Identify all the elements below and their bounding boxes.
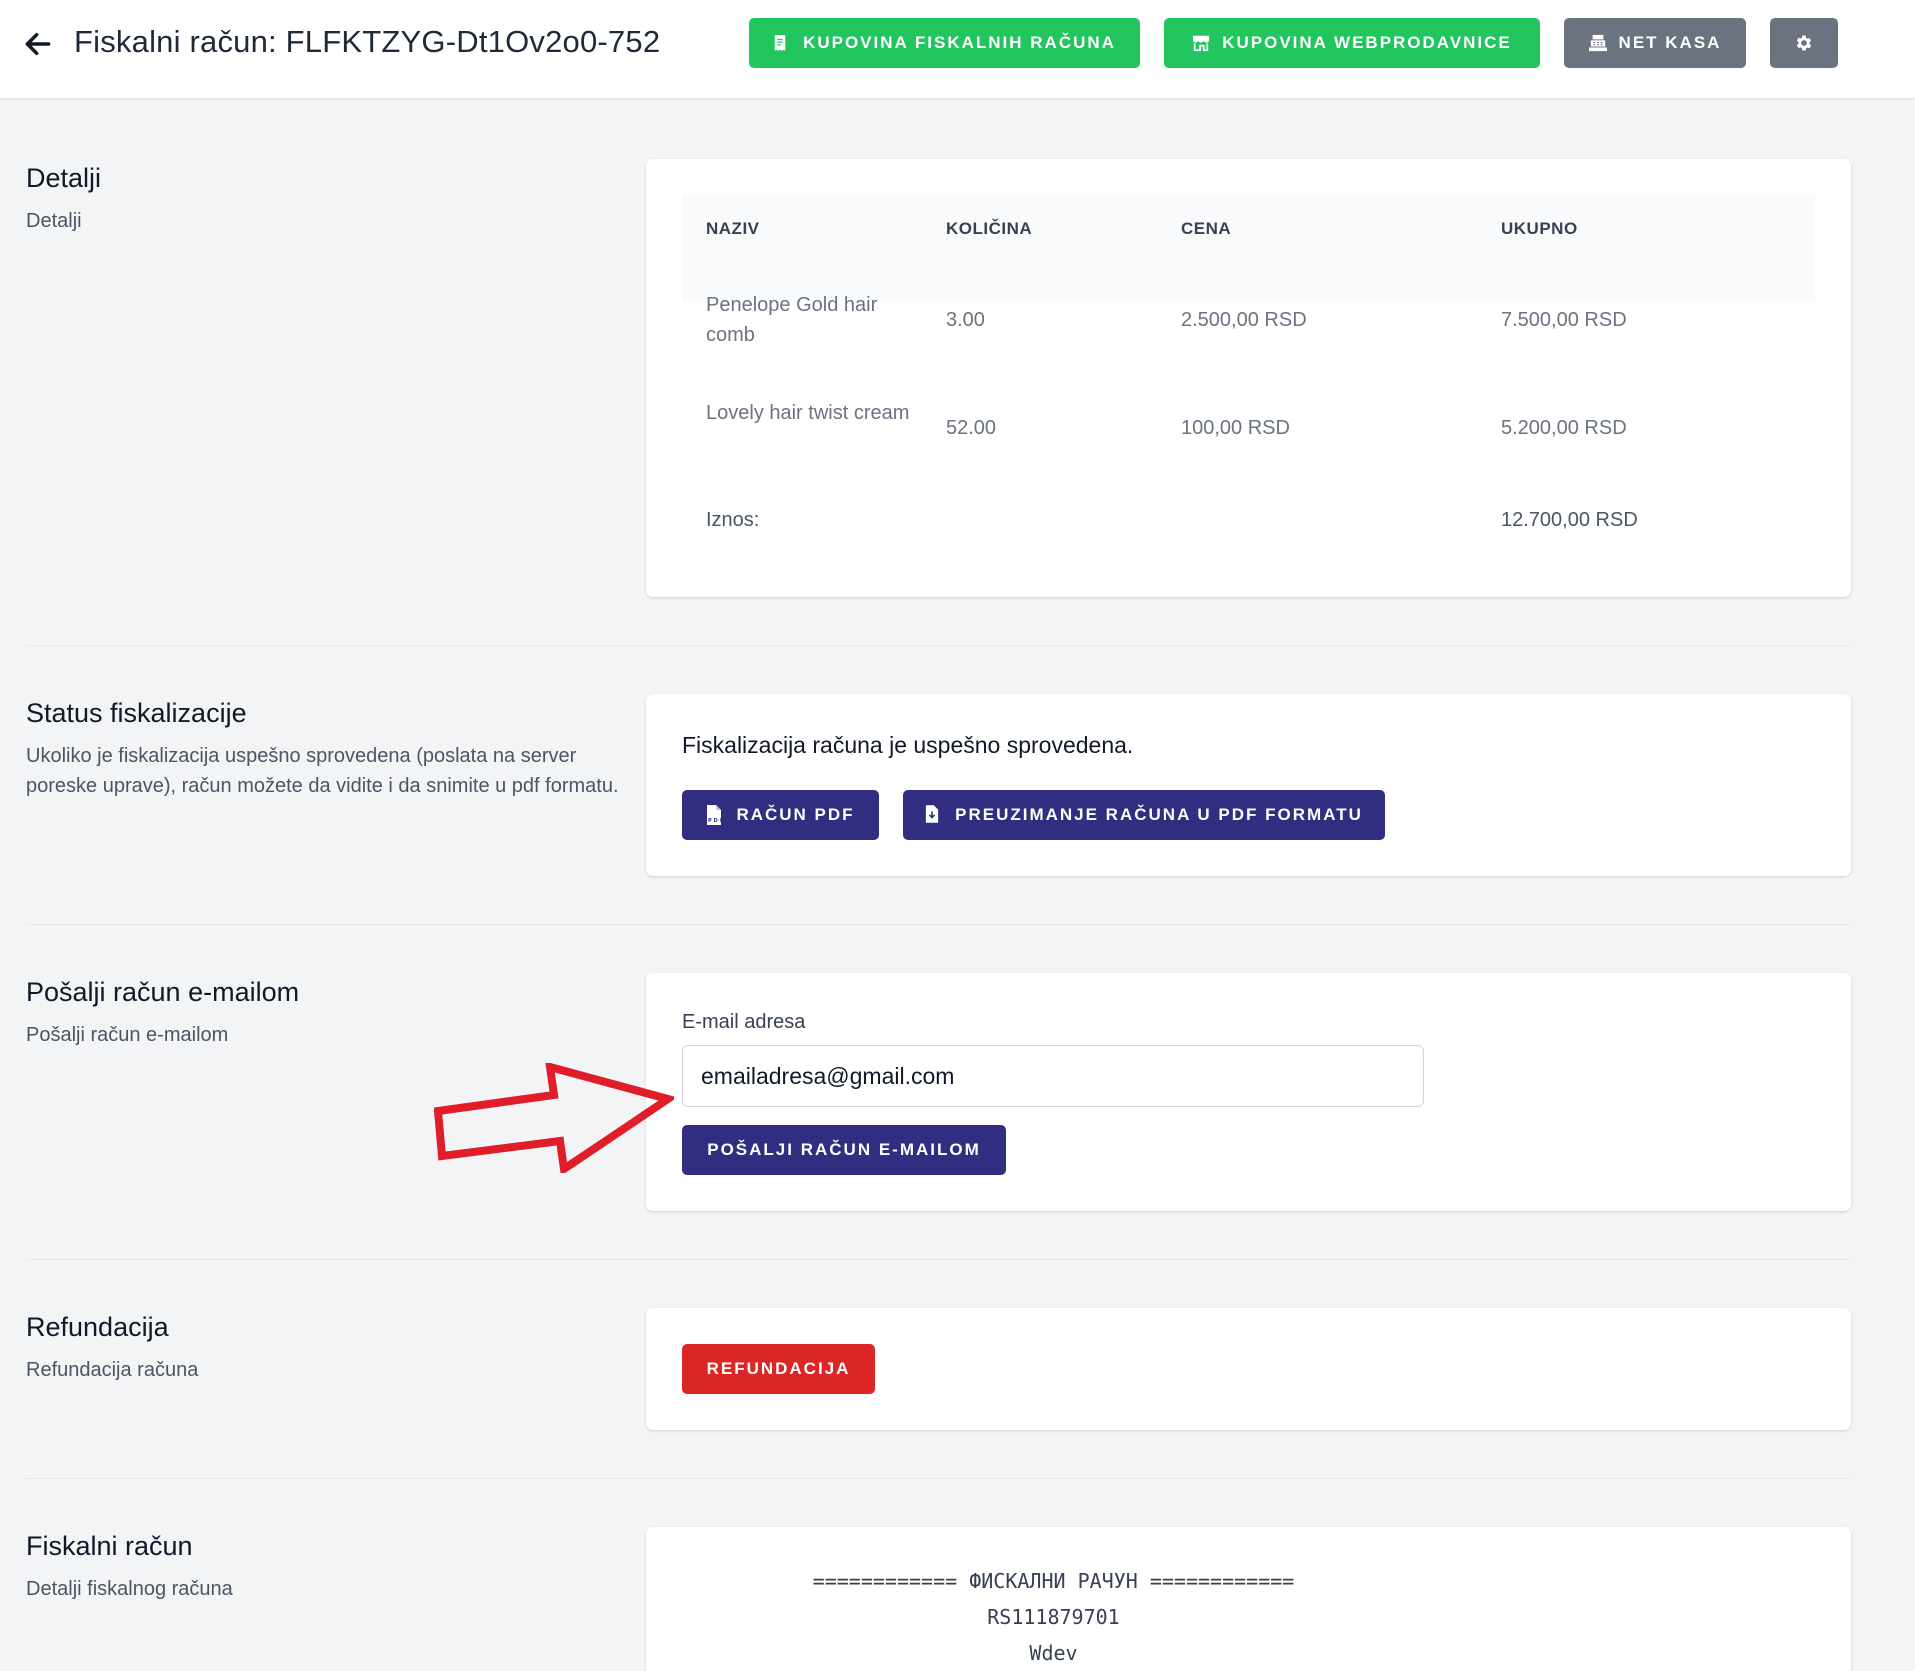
refund-button[interactable]: REFUNDACIJA [682, 1344, 875, 1394]
cell-ukupno: 7.500,00 RSD [1501, 309, 1627, 331]
total-value: 12.700,00 RSD [1501, 509, 1638, 531]
receipt-icon [773, 34, 791, 52]
cell-cena: 100,00 RSD [1181, 417, 1290, 439]
receipt-tax-id: RS111879701 [987, 1605, 1120, 1629]
file-download-icon [925, 805, 943, 825]
cell-naziv: Lovely hair twist cream [706, 402, 910, 424]
annotation-arrow-icon [434, 1063, 674, 1173]
buy-fiscal-receipts-button[interactable]: KUPOVINA FISKALNIH RAČUNA [749, 18, 1140, 68]
email-field[interactable] [682, 1045, 1424, 1107]
detalji-card: NAZIV KOLIČINA CENA UKUPNO Penelope Gold… [646, 159, 1851, 597]
status-title: Status fiskalizacije [26, 698, 247, 728]
table-header [682, 195, 1815, 301]
net-kasa-label: NET KASA [1618, 33, 1722, 52]
pdf-file-icon: PDF [706, 805, 724, 825]
store-icon [1192, 34, 1210, 52]
status-desc: Ukoliko je fiskalizacija uspešno sproved… [26, 745, 619, 797]
buy-webshop-label: KUPOVINA WEBPRODAVNICE [1222, 33, 1512, 52]
buy-webshop-button[interactable]: KUPOVINA WEBPRODAVNICE [1164, 18, 1540, 68]
cell-cena: 2.500,00 RSD [1181, 309, 1307, 331]
status-card: Fiskalizacija računa je uspešno sprovede… [646, 694, 1851, 876]
refund-title: Refundacija [26, 1312, 169, 1342]
settings-button[interactable] [1770, 18, 1838, 68]
cell-naziv: Penelope Gold hair comb [706, 294, 878, 346]
download-pdf-button[interactable]: PREUZIMANJE RAČUNA U PDF FORMATU [903, 790, 1385, 840]
section-divider [26, 924, 1851, 925]
status-message: Fiskalizacija računa je uspešno sprovede… [682, 732, 1134, 758]
column-header-cena: CENA [1181, 219, 1232, 238]
receipt-header-line: ============ ФИСКАЛНИ РАЧУН ============ [812, 1569, 1295, 1593]
detalji-desc: Detalji [26, 210, 82, 232]
column-header-ukupno: UKUPNO [1501, 219, 1578, 238]
section-divider [26, 1259, 1851, 1260]
section-divider [26, 1478, 1851, 1479]
gear-icon [1796, 35, 1812, 51]
fiscal-receipt-title: Fiskalni račun [26, 1531, 193, 1561]
section-divider [26, 645, 1851, 646]
buy-fiscal-receipts-label: KUPOVINA FISKALNIH RAČUNA [803, 33, 1116, 52]
receipt-pdf-button[interactable]: PDF RAČUN PDF [682, 790, 879, 840]
cell-kolicina: 52.00 [946, 417, 997, 439]
receipt-pdf-label: RAČUN PDF [736, 805, 855, 824]
detalji-title: Detalji [26, 163, 102, 193]
cell-ukupno: 5.200,00 RSD [1501, 417, 1627, 439]
email-title: Pošalji račun e-mailom [26, 977, 300, 1007]
refund-card: REFUNDACIJA [646, 1308, 1851, 1430]
email-card: E-mail adresa POŠALJI RAČUN E-MAILOM [646, 973, 1851, 1211]
top-bar: Fiskalni račun: FLFKTZYG-Dt1Ov2o0-752 KU… [0, 0, 1915, 99]
cell-kolicina: 3.00 [946, 309, 985, 331]
receipt-company-name: Wdev [1029, 1641, 1078, 1665]
email-desc: Pošalji račun e-mailom [26, 1024, 229, 1046]
net-kasa-button[interactable]: NET KASA [1564, 18, 1746, 68]
email-field-label: E-mail adresa [682, 1011, 806, 1033]
column-header-naziv: NAZIV [706, 219, 760, 238]
svg-text:PDF: PDF [708, 818, 722, 824]
page-title: Fiskalni račun: FLFKTZYG-Dt1Ov2o0-752 [74, 24, 661, 59]
total-label: Iznos: [706, 509, 760, 531]
fiscal-receipt-desc: Detalji fiskalnog računa [26, 1578, 233, 1600]
refund-desc: Refundacija računa [26, 1359, 199, 1381]
column-header-kolicina: KOLIČINA [946, 219, 1033, 238]
back-arrow-icon[interactable] [22, 28, 54, 60]
download-pdf-label: PREUZIMANJE RAČUNA U PDF FORMATU [955, 805, 1363, 824]
fiscal-receipt-card: ============ ФИСКАЛНИ РАЧУН ============… [646, 1527, 1851, 1671]
send-email-button[interactable]: POŠALJI RAČUN E-MAILOM [682, 1125, 1006, 1175]
cash-register-icon [1588, 34, 1607, 52]
